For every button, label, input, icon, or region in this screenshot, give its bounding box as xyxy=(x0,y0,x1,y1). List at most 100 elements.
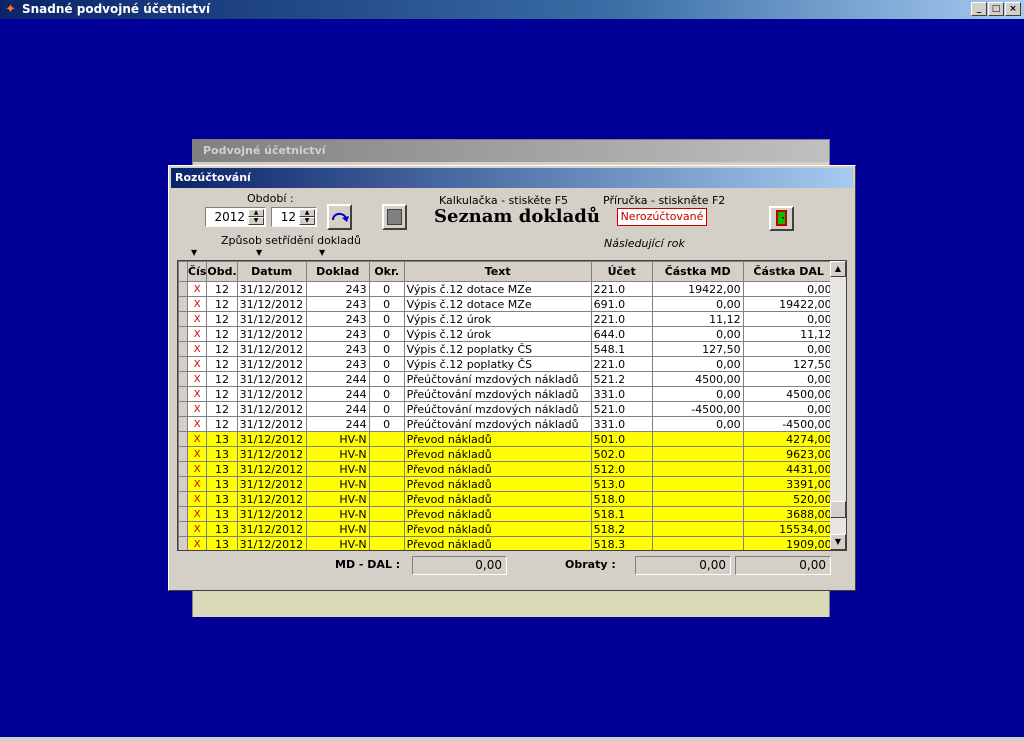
row-selector[interactable] xyxy=(178,341,188,357)
row-selector[interactable] xyxy=(178,521,188,537)
scroll-down-arrow-icon[interactable]: ▼ xyxy=(830,534,846,550)
table-row[interactable]: X 13 31/12/2012 HV-N Převod nákladů 518.1 3688… xyxy=(178,506,835,522)
column-header[interactable]: Částka DAL xyxy=(742,261,835,282)
table-row[interactable]: X 12 31/12/2012 243 0 Výpis č.12 úrok 644.0 0,0… xyxy=(178,326,835,342)
row-selector[interactable] xyxy=(178,491,188,507)
row-selector[interactable] xyxy=(178,326,188,342)
table-row[interactable]: X 13 31/12/2012 HV-N Převod nákladů 512.0 4431… xyxy=(178,461,835,477)
table-row[interactable]: X 13 31/12/2012 HV-N Převod nákladů 502.0 9623… xyxy=(178,446,835,462)
month-value: 12 xyxy=(280,210,296,224)
table-row[interactable]: X 13 31/12/2012 HV-N Převod nákladů 518.2 1553… xyxy=(178,521,835,537)
delete-mark-icon[interactable]: X xyxy=(186,506,208,522)
cell-md xyxy=(651,446,744,462)
month-up-arrow-icon[interactable]: ▲ xyxy=(299,209,315,217)
cell-obd: 12 xyxy=(206,401,238,417)
row-selector[interactable] xyxy=(178,416,188,432)
documents-grid: Čís Obd. Datum Doklad Okr. Text Účet Čás… xyxy=(177,260,847,551)
table-row[interactable]: X 12 31/12/2012 244 0 Přeúčtování mzdových ná… xyxy=(178,371,835,387)
delete-mark-icon[interactable]: X xyxy=(186,491,208,507)
table-row[interactable]: X 13 31/12/2012 HV-N Převod nákladů 518.3 1909… xyxy=(178,536,835,550)
delete-mark-icon[interactable]: X xyxy=(186,536,208,550)
cell-ucet: 512.0 xyxy=(590,461,653,477)
column-header[interactable]: Obd. xyxy=(206,261,238,282)
row-selector[interactable] xyxy=(178,296,188,312)
stop-button[interactable] xyxy=(382,204,407,230)
scroll-up-arrow-icon[interactable]: ▲ xyxy=(830,261,846,277)
next-year-label[interactable]: Následující rok xyxy=(604,237,685,250)
row-selector[interactable] xyxy=(178,476,188,492)
table-row[interactable]: X 12 31/12/2012 243 0 Výpis č.12 úrok 221.0 11,… xyxy=(178,311,835,327)
row-selector[interactable] xyxy=(178,401,188,417)
page-title: Seznam dokladů xyxy=(434,206,600,227)
main-window-footer xyxy=(193,590,829,617)
table-row[interactable]: X 13 31/12/2012 HV-N Převod nákladů 518.0 520,… xyxy=(178,491,835,507)
cell-dal: -4500,00 xyxy=(742,416,835,432)
row-selector[interactable] xyxy=(178,506,188,522)
month-down-arrow-icon[interactable]: ▼ xyxy=(299,217,315,225)
delete-mark-icon[interactable]: X xyxy=(186,311,208,327)
column-header[interactable]: Doklad xyxy=(305,261,370,282)
delete-mark-icon[interactable]: X xyxy=(186,326,208,342)
cell-text: Výpis č.12 poplatky ČS xyxy=(403,341,592,357)
exit-button[interactable] xyxy=(769,206,794,231)
obraty-label: Obraty : xyxy=(565,558,616,571)
row-selector[interactable] xyxy=(178,461,188,477)
delete-mark-icon[interactable]: X xyxy=(186,386,208,402)
table-row[interactable]: X 12 31/12/2012 244 0 Přeúčtování mzdových ná… xyxy=(178,386,835,402)
table-row[interactable]: X 12 31/12/2012 244 0 Přeúčtování mzdových ná… xyxy=(178,416,835,432)
row-selector[interactable] xyxy=(178,281,188,297)
column-header[interactable]: Text xyxy=(403,261,592,282)
row-selector[interactable] xyxy=(178,536,188,550)
year-up-arrow-icon[interactable]: ▲ xyxy=(248,209,264,217)
table-row[interactable]: X 12 31/12/2012 244 0 Přeúčtování mzdových ná… xyxy=(178,401,835,417)
status-badge[interactable]: Nerozúčtované xyxy=(617,208,707,226)
delete-mark-icon[interactable]: X xyxy=(186,431,208,447)
column-header[interactable]: Účet xyxy=(590,261,653,282)
app-titlebar: ✦ Snadné podvojné účetnictví _ □ × xyxy=(0,0,1024,19)
close-button[interactable]: × xyxy=(1005,2,1021,16)
row-selector[interactable] xyxy=(178,311,188,327)
row-selector[interactable] xyxy=(178,446,188,462)
minimize-button[interactable]: _ xyxy=(971,2,987,16)
row-selector[interactable] xyxy=(178,431,188,447)
table-row[interactable]: X 13 31/12/2012 HV-N Převod nákladů 513.0 3391… xyxy=(178,476,835,492)
table-row[interactable]: X 12 31/12/2012 243 0 Výpis č.12 poplatky ČS 2… xyxy=(178,356,835,372)
scroll-thumb[interactable] xyxy=(830,501,846,518)
row-selector[interactable] xyxy=(178,371,188,387)
column-header[interactable]: Okr. xyxy=(368,261,405,282)
table-row[interactable]: X 12 31/12/2012 243 0 Výpis č.12 dotace MZe 69… xyxy=(178,296,835,312)
delete-mark-icon[interactable]: X xyxy=(186,446,208,462)
cell-ucet: 644.0 xyxy=(590,326,653,342)
cell-md xyxy=(651,476,744,492)
year-down-arrow-icon[interactable]: ▼ xyxy=(248,217,264,225)
row-selector[interactable] xyxy=(178,386,188,402)
delete-mark-icon[interactable]: X xyxy=(186,356,208,372)
delete-mark-icon[interactable]: X xyxy=(186,401,208,417)
sort-arrow-icon: ▼ xyxy=(191,248,198,257)
delete-mark-icon[interactable]: X xyxy=(186,416,208,432)
cell-okr: 0 xyxy=(368,311,405,327)
column-header[interactable]: Částka MD xyxy=(651,261,744,282)
cell-okr: 0 xyxy=(368,371,405,387)
cell-dal: 4274,00 xyxy=(742,431,835,447)
table-row[interactable]: X 12 31/12/2012 243 0 Výpis č.12 poplatky ČS 5… xyxy=(178,341,835,357)
month-stepper[interactable]: 12 ▲ ▼ xyxy=(271,207,317,227)
table-row[interactable]: X 13 31/12/2012 HV-N Převod nákladů 501.0 4274… xyxy=(178,431,835,447)
maximize-button[interactable]: □ xyxy=(988,2,1004,16)
column-header[interactable]: Čís xyxy=(186,261,208,282)
table-row[interactable]: X 12 31/12/2012 243 0 Výpis č.12 dotace MZe 22… xyxy=(178,281,835,297)
cell-text: Přeúčtování mzdových nákladů xyxy=(403,371,592,387)
year-stepper[interactable]: 2012 ▲ ▼ xyxy=(205,207,266,227)
delete-mark-icon[interactable]: X xyxy=(186,476,208,492)
vertical-scrollbar[interactable]: ▲ ▼ xyxy=(830,261,846,550)
delete-mark-icon[interactable]: X xyxy=(186,371,208,387)
row-selector[interactable] xyxy=(178,356,188,372)
delete-mark-icon[interactable]: X xyxy=(186,341,208,357)
sort-arrow-icon: ▼ xyxy=(256,248,263,257)
refresh-button[interactable] xyxy=(327,204,352,230)
delete-mark-icon[interactable]: X xyxy=(186,461,208,477)
delete-mark-icon[interactable]: X xyxy=(186,296,208,312)
delete-mark-icon[interactable]: X xyxy=(186,521,208,537)
delete-mark-icon[interactable]: X xyxy=(186,281,208,297)
column-header[interactable]: Datum xyxy=(236,261,307,282)
